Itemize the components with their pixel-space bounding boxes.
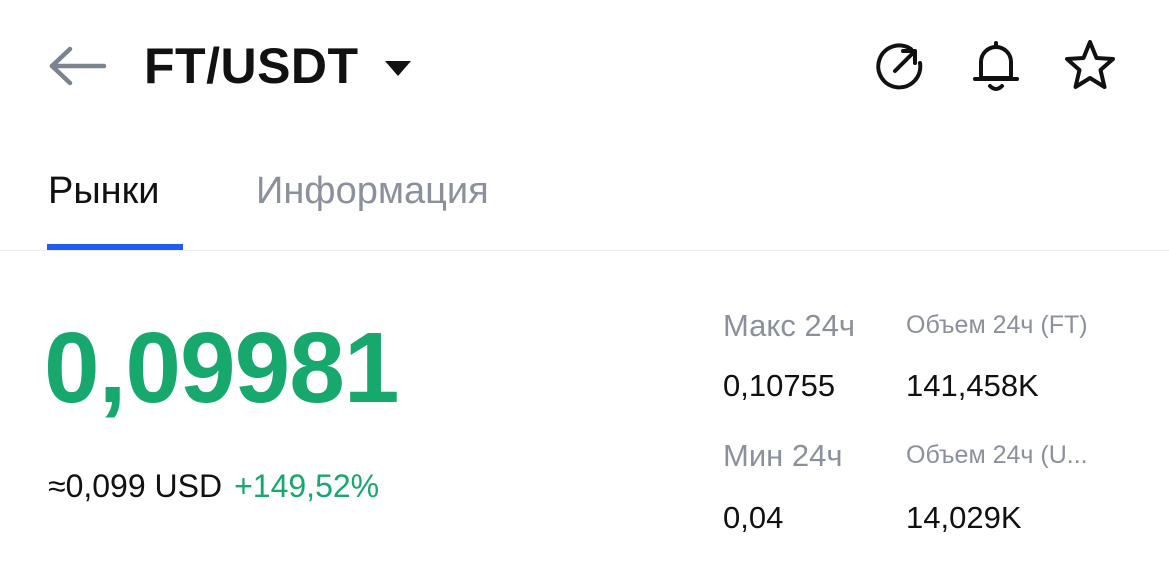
volume-quote-value: 14,029K	[906, 500, 1022, 535]
pair-selector[interactable]: FT/USDT	[144, 34, 411, 98]
last-price: 0,09981	[44, 312, 399, 424]
high-24h-label: Макс 24ч	[723, 308, 856, 343]
volume-base-value: 141,458K	[906, 368, 1039, 403]
usd-approx-price: ≈0,099 USD	[48, 468, 223, 504]
chart-icon	[876, 43, 923, 90]
price-change-percent: +149,52%	[234, 468, 380, 504]
pair-title: FT/USDT	[144, 38, 359, 94]
market-page: FT/USDT Рынки Информация 0,09981 ≈0,099 …	[0, 0, 1169, 572]
price-subrow: ≈0,099 USD +149,52%	[48, 470, 379, 502]
star-icon	[1065, 40, 1115, 89]
back-button[interactable]	[44, 38, 110, 94]
active-tab-indicator	[47, 244, 183, 250]
bell-icon	[973, 41, 1019, 91]
alert-button[interactable]	[968, 38, 1024, 94]
high-24h-value: 0,10755	[723, 368, 836, 403]
tab-info[interactable]: Информация	[256, 170, 489, 213]
low-24h-value: 0,04	[723, 500, 784, 535]
volume-base-label: Объем 24ч (FT)	[906, 311, 1088, 339]
volume-quote-label: Объем 24ч (U...	[906, 443, 1088, 468]
tab-markets[interactable]: Рынки	[48, 170, 160, 213]
tab-bar: Рынки Информация	[0, 158, 1169, 251]
chart-button[interactable]	[872, 38, 928, 94]
chevron-down-icon	[384, 60, 411, 76]
low-24h-label: Мин 24ч	[723, 438, 843, 473]
back-arrow-icon	[49, 46, 107, 86]
favorite-button[interactable]	[1062, 38, 1118, 94]
